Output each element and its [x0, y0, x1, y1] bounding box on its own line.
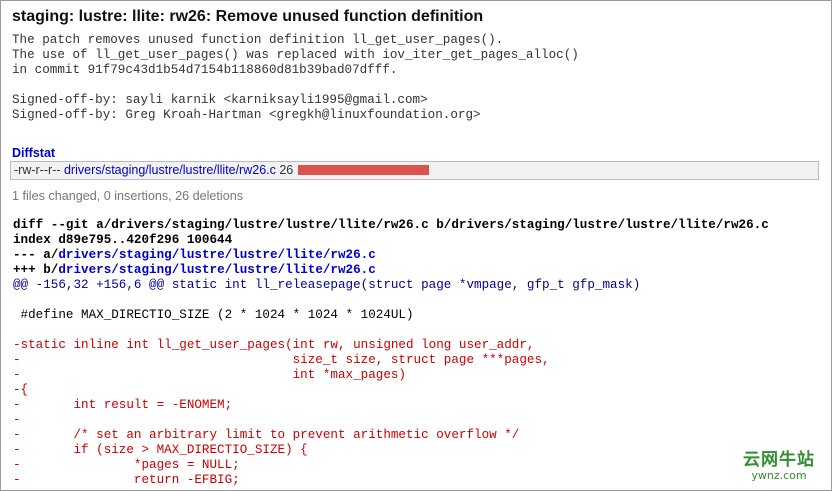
commit-view: staging: lustre: llite: rw26: Remove unu…: [0, 0, 832, 491]
file-mode: -rw-r--r--: [14, 163, 61, 177]
deleted-line: - int *max_pages): [13, 368, 406, 382]
context-line: #define MAX_DIRECTIO_SIZE (2 * 1024 * 10…: [13, 308, 414, 322]
deleted-line: - size_t size, struct page ***pages,: [13, 353, 550, 367]
commit-title: staging: lustre: llite: rw26: Remove unu…: [12, 8, 484, 25]
diff-index-line: index d89e795..420f296 100644: [13, 233, 233, 247]
deleted-line: -static inline int ll_get_user_pages(int…: [13, 338, 535, 352]
deletion-bar: [298, 165, 430, 175]
deleted-line: - if (size > MAX_DIRECTIO_SIZE) {: [13, 443, 308, 457]
change-count: 26: [279, 163, 294, 177]
deleted-line: -{: [13, 383, 29, 397]
diffstat-summary: 1 files changed, 0 insertions, 26 deleti…: [12, 189, 244, 203]
commit-message: The patch removes unused function defini…: [12, 33, 579, 122]
deleted-line: -: [13, 413, 21, 427]
watermark-domain: ywnz.com: [751, 469, 807, 482]
diffstat-heading: Diffstat: [12, 146, 56, 160]
diff-new-file-link[interactable]: drivers/staging/lustre/lustre/llite/rw26…: [58, 263, 375, 277]
deleted-line: - /* set an arbitrary limit to prevent a…: [13, 428, 520, 442]
diff-old-file: --- a/drivers/staging/lustre/lustre/llit…: [13, 248, 376, 262]
diffstat-file-link[interactable]: drivers/staging/lustre/lustre/llite/rw26…: [64, 163, 276, 177]
deleted-line: - *pages = NULL;: [13, 458, 240, 472]
diff-old-file-link[interactable]: drivers/staging/lustre/lustre/llite/rw26…: [58, 248, 375, 262]
diff-new-file: +++ b/drivers/staging/lustre/lustre/llit…: [13, 263, 376, 277]
watermark-logo-text: 云网牛站: [743, 450, 815, 470]
site-watermark: 云网牛站 ywnz.com: [733, 450, 825, 486]
diff-view: diff --git a/drivers/staging/lustre/lust…: [13, 218, 769, 488]
diff-old-prefix: --- a/: [13, 248, 59, 262]
diffstat-table: -rw-r--r-- drivers/staging/lustre/lustre…: [10, 161, 819, 180]
diff-git-line: diff --git a/drivers/staging/lustre/lust…: [13, 218, 769, 232]
hunk-header: @@ -156,32 +156,6 @@ static int ll_relea…: [13, 278, 641, 292]
deleted-line: - int result = -ENOMEM;: [13, 398, 233, 412]
diff-new-prefix: +++ b/: [13, 263, 59, 277]
deleted-line: - return -EFBIG;: [13, 473, 240, 487]
